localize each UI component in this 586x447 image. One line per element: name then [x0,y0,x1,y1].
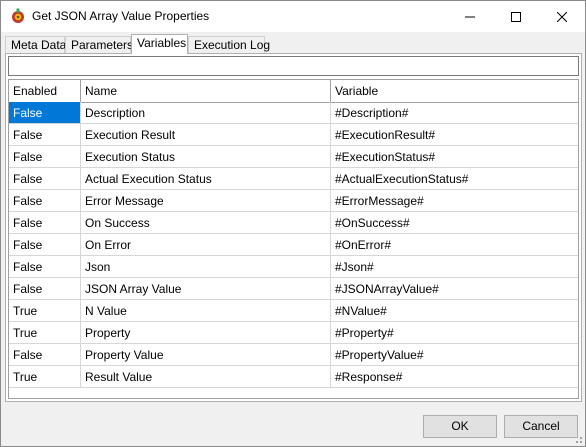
cell-name[interactable]: On Error [81,234,331,256]
cell-enabled[interactable]: False [9,344,81,366]
maximize-button[interactable] [493,1,539,32]
maximize-icon [511,11,521,22]
dialog-window: Get JSON Array Value Properties Meta Dat… [0,0,586,447]
filter-input[interactable] [8,56,579,76]
cell-name[interactable]: Error Message [81,190,331,212]
minimize-button[interactable] [447,1,493,32]
close-button[interactable] [539,1,585,32]
column-header-enabled[interactable]: Enabled [9,80,81,102]
cell-variable[interactable]: #OnSuccess# [331,212,578,234]
cell-name[interactable]: Result Value [81,366,331,388]
variables-grid[interactable]: Enabled Name Variable False Description #D… [8,79,579,399]
cell-variable[interactable]: #ErrorMessage# [331,190,578,212]
variables-panel: Enabled Name Variable False Description #D… [5,53,582,402]
cell-name[interactable]: N Value [81,300,331,322]
table-row[interactable]: False Execution Status #ExecutionStatus# [9,146,578,168]
table-row[interactable]: False Json #Json# [9,256,578,278]
title-bar[interactable]: Get JSON Array Value Properties [1,1,585,32]
close-icon [557,11,567,22]
cell-enabled[interactable]: False [9,168,81,190]
cell-variable[interactable]: #Response# [331,366,578,388]
table-row[interactable]: False Actual Execution Status #ActualExecu… [9,168,578,190]
table-row[interactable]: True N Value #NValue# [9,300,578,322]
column-header-variable[interactable]: Variable [331,80,578,102]
cell-name[interactable]: Description [81,102,331,124]
cell-variable[interactable]: #Json# [331,256,578,278]
cell-variable[interactable]: #JSONArrayValue# [331,278,578,300]
cell-variable[interactable]: #Description# [331,102,578,124]
table-row[interactable]: False Error Message #ErrorMessage# [9,190,578,212]
cell-name[interactable]: Actual Execution Status [81,168,331,190]
table-row[interactable]: False Description #Description# [9,102,578,124]
cell-variable[interactable]: #ExecutionResult# [331,124,578,146]
tab-variables[interactable]: Variables [131,34,188,54]
tab-parameters[interactable]: Parameters [65,36,133,54]
table-row[interactable]: False On Success #OnSuccess# [9,212,578,234]
cell-name[interactable]: On Success [81,212,331,234]
grid-header: Enabled Name Variable [9,80,578,103]
cell-name[interactable]: Execution Result [81,124,331,146]
cell-enabled[interactable]: False [9,102,81,124]
column-header-name[interactable]: Name [81,80,331,102]
cell-enabled[interactable]: False [9,212,81,234]
cell-name[interactable]: Execution Status [81,146,331,168]
cell-name[interactable]: JSON Array Value [81,278,331,300]
cell-name[interactable]: Json [81,256,331,278]
table-row[interactable]: False Execution Result #ExecutionResult# [9,124,578,146]
minimize-icon [465,16,475,17]
cell-variable[interactable]: #ActualExecutionStatus# [331,168,578,190]
cell-variable[interactable]: #Property# [331,322,578,344]
tab-execution-log[interactable]: Execution Log [188,36,270,54]
cell-enabled[interactable]: False [9,234,81,256]
table-row[interactable]: False Property Value #PropertyValue# [9,344,578,366]
ok-button[interactable]: OK [423,415,497,438]
cancel-button[interactable]: Cancel [504,415,578,438]
cell-enabled[interactable]: False [9,124,81,146]
table-row[interactable]: False On Error #OnError# [9,234,578,256]
table-row[interactable]: False JSON Array Value #JSONArrayValue# [9,278,578,300]
resize-grip-icon[interactable] [573,434,583,444]
cell-variable[interactable]: #NValue# [331,300,578,322]
cell-enabled[interactable]: True [9,300,81,322]
cell-variable[interactable]: #OnError# [331,234,578,256]
window-title: Get JSON Array Value Properties [32,9,210,23]
table-row[interactable]: True Result Value #Response# [9,366,578,388]
gear-app-icon [12,8,24,23]
cell-enabled[interactable]: False [9,278,81,300]
tab-meta-data[interactable]: Meta Data [5,36,66,54]
cell-enabled[interactable]: True [9,322,81,344]
table-row[interactable]: True Property #Property# [9,322,578,344]
cell-variable[interactable]: #ExecutionStatus# [331,146,578,168]
cell-enabled[interactable]: True [9,366,81,388]
cell-enabled[interactable]: False [9,256,81,278]
cell-enabled[interactable]: False [9,190,81,212]
cell-enabled[interactable]: False [9,146,81,168]
cell-variable[interactable]: #PropertyValue# [331,344,578,366]
cell-name[interactable]: Property [81,322,331,344]
cell-name[interactable]: Property Value [81,344,331,366]
